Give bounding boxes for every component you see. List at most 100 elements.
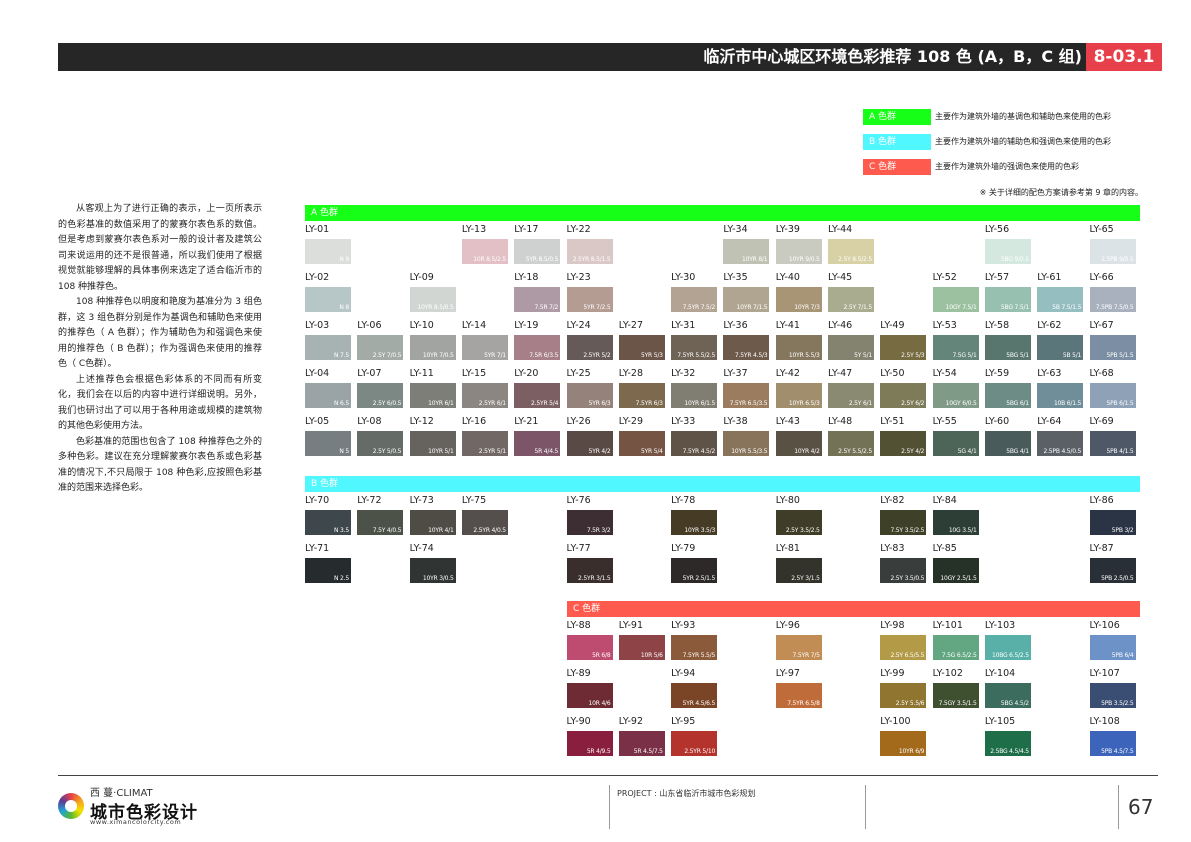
munsell-code: 5Y 5/1	[854, 352, 872, 359]
color-id: LY-54	[932, 368, 957, 379]
color-id: LY-106	[1089, 620, 1120, 631]
munsell-code: 7.5YR 5.5/5	[682, 652, 716, 659]
color-id: LY-24	[566, 320, 591, 331]
color-id: LY-105	[984, 716, 1016, 727]
color-id: LY-93	[671, 620, 696, 631]
color-id: LY-57	[984, 272, 1010, 283]
color-swatch: 2.5Y 6.5/5.5	[880, 635, 927, 660]
color-swatch: 10R 4/6	[566, 683, 613, 708]
munsell-code: 2.5Y 3.5/0.5	[890, 575, 925, 582]
header-bar: 临沂市中心城区环境色彩推荐 108 色 (A，B，C 组) 8-03.1	[58, 43, 1162, 71]
color-swatch: N 5	[305, 431, 351, 456]
color-swatch: 7.5PB 7.5/0.5	[1089, 287, 1136, 312]
munsell-code: 2.5BG 4.5/4.5	[990, 748, 1029, 755]
munsell-code: 2.5Y 5.5/2.5	[838, 448, 872, 455]
color-swatch: 7.5YR 6.5/3.5	[723, 383, 770, 408]
munsell-code: 10YR 7/1.5	[736, 304, 768, 311]
color-swatch: 10YR 8.5/0.5	[409, 287, 456, 312]
project-label: PROJECT : 山东省临沂市城市色彩规划	[617, 789, 756, 798]
color-swatch: 5YR 4/2	[566, 431, 613, 456]
color-id: LY-44	[828, 224, 853, 235]
color-id: LY-102	[932, 668, 963, 679]
color-swatch: 5PB 6/1.5	[1089, 383, 1136, 408]
color-id: LY-70	[305, 495, 330, 506]
color-swatch: 5BG 7.5/1	[984, 287, 1031, 312]
color-id: LY-36	[723, 320, 748, 331]
munsell-code: 5BG 5/1	[1006, 352, 1029, 359]
munsell-code: 10YR 7/0.5	[422, 352, 454, 359]
color-id: LY-12	[409, 416, 434, 427]
color-id: LY-87	[1089, 543, 1114, 554]
color-swatch: 2.5Y 6/0.5	[357, 383, 404, 408]
munsell-code: 10BG 6.5/2.5	[991, 652, 1029, 659]
munsell-code: 5YR 7/1	[484, 352, 506, 359]
munsell-code: 5R 4/4.5	[534, 448, 559, 455]
color-swatch: 10YR 6.5/3	[775, 383, 822, 408]
color-id: LY-65	[1089, 224, 1114, 235]
intro-text: 从客观上为了进行正确的表示，上一页所表示的色彩基准的数值采用了的蒙赛尔表色系的数…	[58, 202, 262, 497]
color-id: LY-69	[1089, 416, 1114, 427]
color-swatch: 5PB 3/2	[1089, 510, 1136, 535]
color-id: LY-30	[671, 272, 696, 283]
color-id: LY-01	[305, 224, 330, 235]
munsell-code: 5YR 6/3	[588, 400, 611, 407]
munsell-code: 5R 4.5/7.5	[633, 748, 663, 755]
color-swatch: 5BG 4/1	[984, 431, 1031, 456]
munsell-code: 10YR 5.5/3	[788, 352, 820, 359]
munsell-code: 7.5YR 6/3	[635, 400, 663, 407]
munsell-code: 5YR 5/4	[640, 448, 663, 455]
color-id: LY-72	[357, 495, 382, 506]
color-swatch: 2.5PB 4.5/0.5	[1037, 431, 1084, 456]
color-swatch: 2.5Y 5.5/6	[880, 683, 927, 708]
color-id: LY-89	[566, 668, 591, 679]
color-id: LY-83	[880, 543, 905, 554]
color-swatch: 10YR 8/1	[723, 239, 770, 264]
color-id: LY-05	[305, 416, 330, 427]
munsell-code: 7.5YR 4.5/3	[734, 352, 768, 359]
color-swatch: 10YR 7/3	[775, 287, 822, 312]
munsell-code: 5YR 2.5/1.5	[682, 575, 716, 582]
munsell-code: 2.5YR 5/10	[684, 748, 716, 755]
color-id: LY-33	[671, 416, 696, 427]
color-swatch: N 2.5	[305, 558, 351, 583]
munsell-code: 5PB 4/1.5	[1106, 448, 1134, 455]
munsell-code: 7.5R 3/2	[586, 527, 611, 534]
color-id: LY-90	[566, 716, 591, 727]
color-id: LY-02	[305, 272, 330, 283]
color-swatch: 2.5YR 8.5/1.5	[566, 239, 613, 264]
legend-chip-b: B 色群	[863, 134, 931, 150]
color-swatch: 5YR 4.5/6.5	[671, 683, 718, 708]
intro-paragraph: 从客观上为了进行正确的表示，上一页所表示的色彩基准的数值采用了的蒙赛尔表色系的数…	[58, 204, 262, 292]
munsell-code: 2.5YR 5/2	[583, 352, 611, 359]
color-swatch: 2.5Y 7/0.5	[357, 335, 404, 360]
munsell-code: 5B 7.5/1.5	[1052, 304, 1082, 311]
munsell-code: 10GY 6/0.5	[945, 400, 977, 407]
munsell-code: 5PB 6/1.5	[1106, 400, 1134, 407]
munsell-code: 2.5YR 5/1	[478, 448, 506, 455]
color-id: LY-73	[409, 495, 434, 506]
munsell-code: 2.5YR 3/1.5	[578, 575, 611, 582]
color-swatch: 2.5YR 5/1	[461, 431, 508, 456]
color-swatch: 5B 7.5/1.5	[1037, 287, 1084, 312]
color-id: LY-68	[1089, 368, 1114, 379]
color-swatch: 7.5R 3/2	[566, 510, 613, 535]
color-id: LY-46	[828, 320, 853, 331]
color-swatch: 2.5Y 3.5/2.5	[775, 510, 822, 535]
color-swatch: 2.5YR 5/10	[671, 731, 718, 756]
color-swatch: 7.5Y 4/0.5	[357, 510, 404, 535]
color-swatch: 10GY 6/0.5	[932, 383, 979, 408]
color-swatch: 7.5YR 6/3	[618, 383, 665, 408]
color-id: LY-91	[618, 620, 644, 631]
color-swatch: 2.5Y 5/3	[880, 335, 927, 360]
munsell-code: 2.5Y 6.5/5.5	[890, 652, 925, 659]
munsell-code: 5YR 4/2	[588, 448, 611, 455]
munsell-code: 7.5YR 6.5/8	[787, 700, 820, 707]
munsell-code: 10YR 8.5/0.5	[417, 304, 454, 311]
color-swatch: 10YR 3/0.5	[409, 558, 456, 583]
color-id: LY-104	[984, 668, 1016, 679]
band-b: B 色群	[305, 476, 1140, 492]
color-id: LY-80	[775, 495, 800, 506]
color-swatch: 10GY 7.5/1	[932, 287, 979, 312]
color-swatch: 7.5Y 3.5/2.5	[880, 510, 927, 535]
color-swatch: 10YR 6/9	[880, 731, 927, 756]
